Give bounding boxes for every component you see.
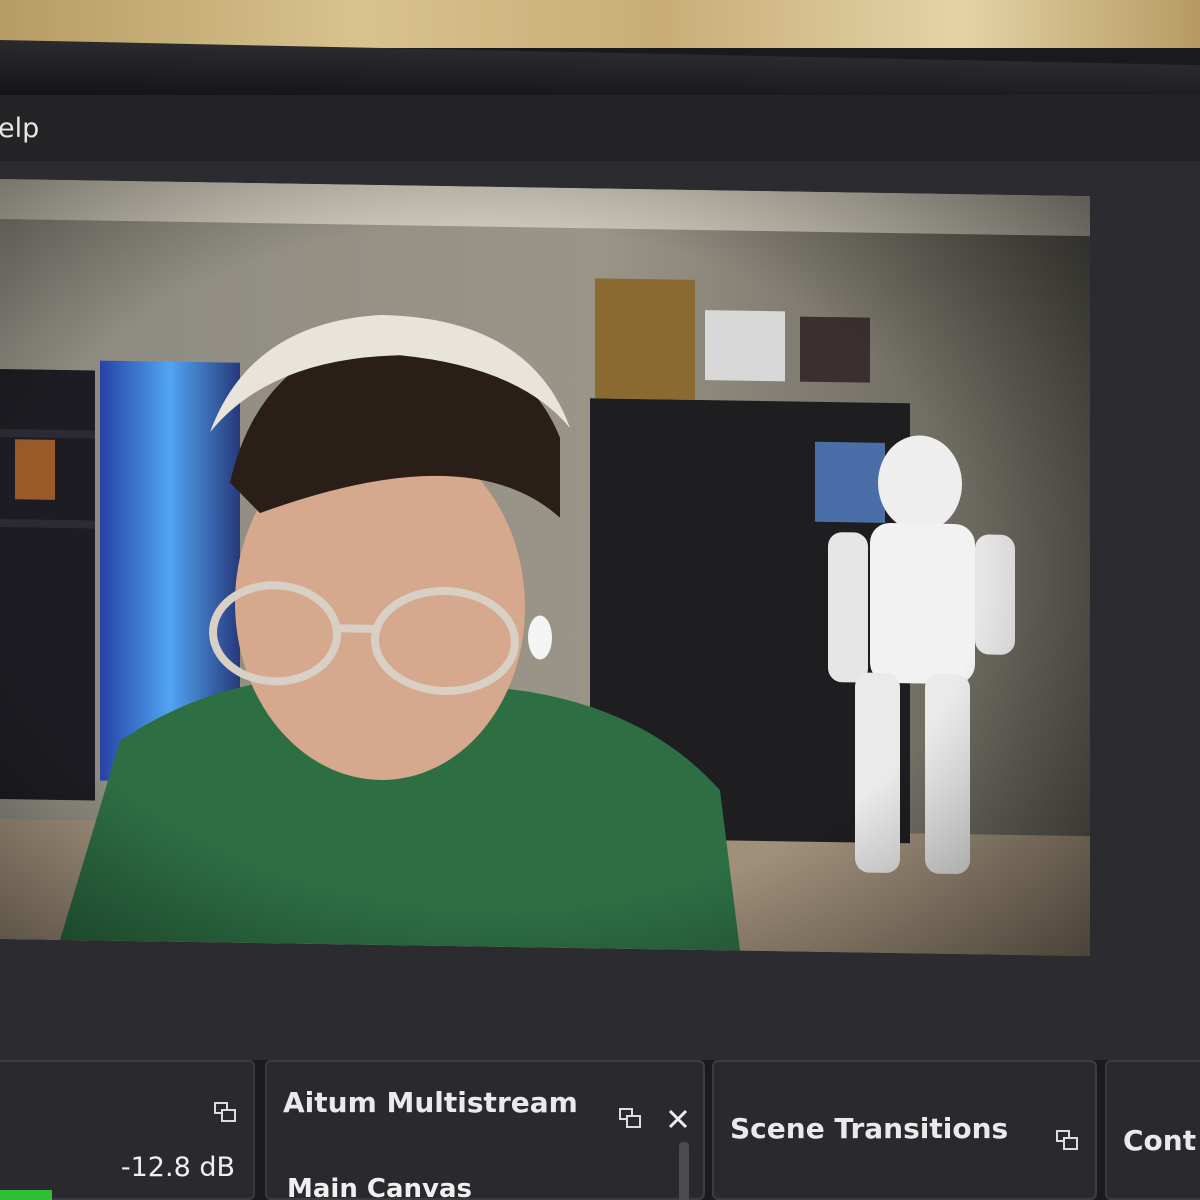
close-icon[interactable] xyxy=(665,1106,691,1132)
webcam-preview[interactable] xyxy=(0,179,1090,957)
menu-help[interactable]: elp xyxy=(0,113,51,144)
aitum-multistream-dock: Aitum Multistream Main Canvas xyxy=(265,1060,705,1200)
float-icon[interactable] xyxy=(212,1100,238,1126)
dock-title: Aitum Multistream xyxy=(283,1086,578,1119)
menu-bar: elp xyxy=(0,95,1200,162)
canvas-label: Main Canvas xyxy=(287,1174,472,1200)
webcam-frame xyxy=(0,179,1090,957)
obs-window: elp -12.8 dB Aitum Multistream Main Canv… xyxy=(0,95,1200,1200)
audio-level-readout: -12.8 dB xyxy=(120,1152,235,1183)
dock-panels: -12.8 dB Aitum Multistream Main Canvas S… xyxy=(0,1060,1200,1200)
preview-area[interactable] xyxy=(0,161,1200,1066)
volume-meter xyxy=(0,1190,52,1200)
dock-title: Scene Transitions xyxy=(730,1112,1009,1145)
float-icon[interactable] xyxy=(1054,1128,1080,1154)
scene-transitions-dock: Scene Transitions xyxy=(712,1060,1097,1200)
float-icon[interactable] xyxy=(617,1106,643,1132)
controls-dock: Cont xyxy=(1105,1060,1200,1200)
dock-title: Cont xyxy=(1123,1124,1197,1157)
audio-mixer-dock: -12.8 dB xyxy=(0,1060,255,1200)
desk-background xyxy=(0,0,1200,48)
scrollbar[interactable] xyxy=(679,1142,689,1200)
